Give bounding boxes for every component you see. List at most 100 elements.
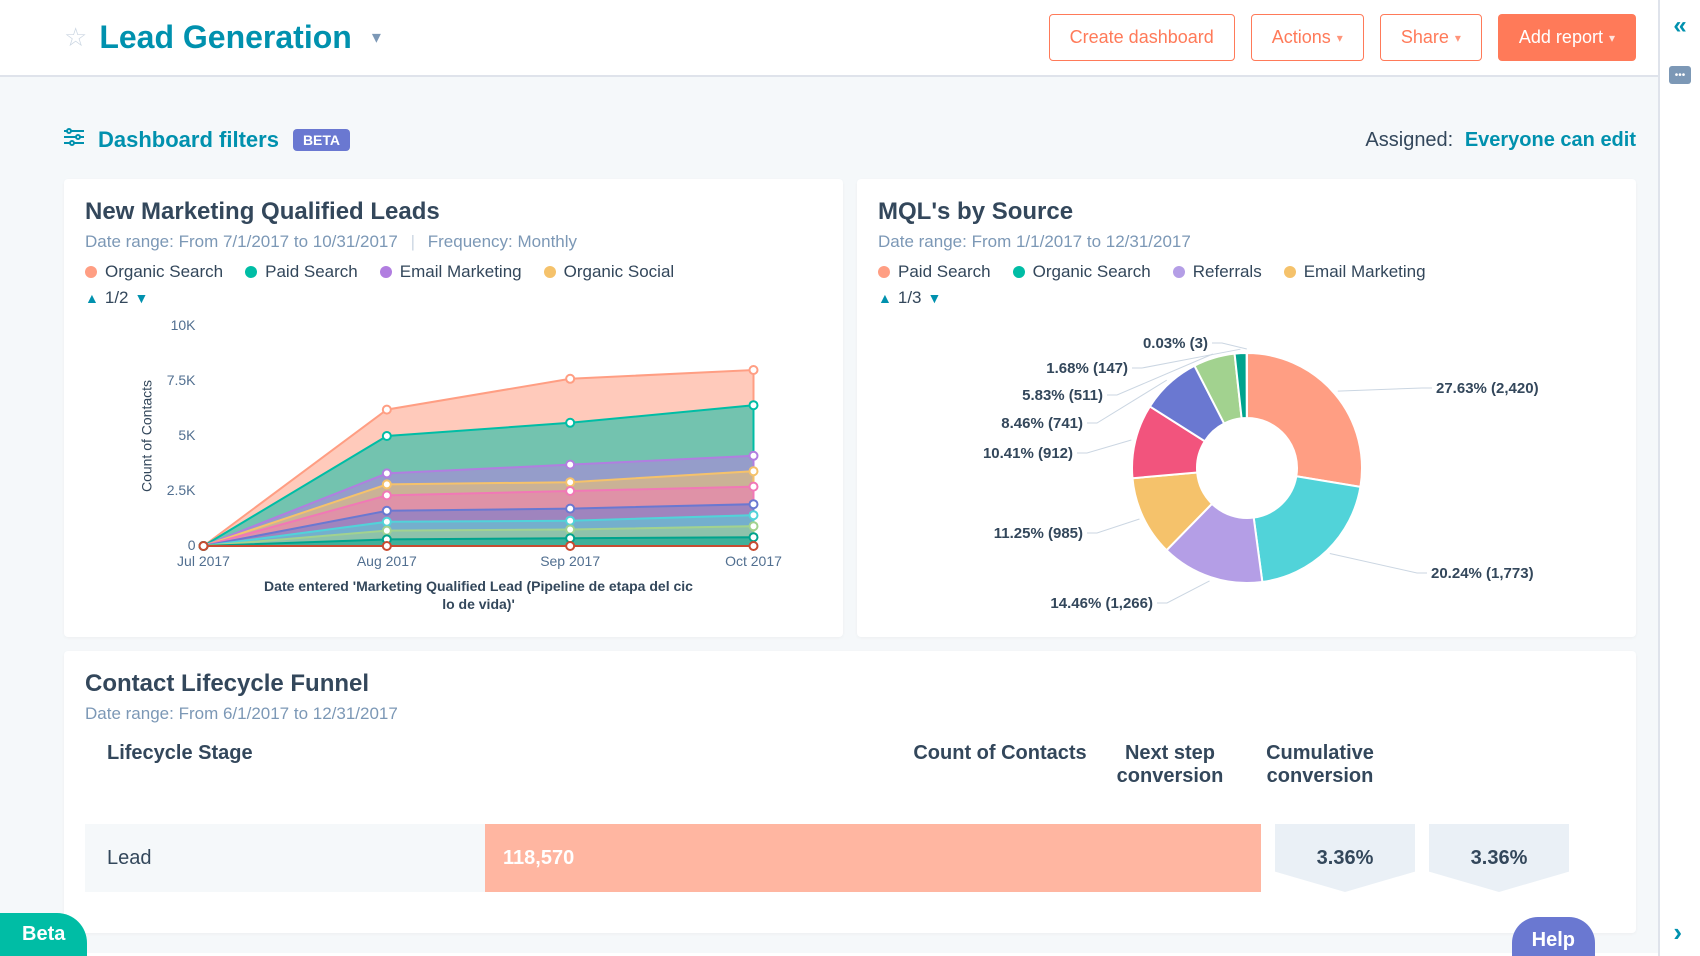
sliders-icon <box>64 128 84 152</box>
card-title: MQL's by Source <box>878 198 1615 226</box>
card-mql-source[interactable]: MQL's by Source Date range: From 1/1/201… <box>857 179 1636 637</box>
legend-item[interactable]: Organic Search <box>85 262 223 282</box>
actions-button[interactable]: Actions▾ <box>1251 14 1364 61</box>
legend-item[interactable]: Referrals <box>1173 262 1262 282</box>
area-chart: 10K7.5K5K2.5K0Jul 2017Aug 2017Sep 2017Oc… <box>85 316 822 616</box>
next-conv-value: 3.36% <box>1275 824 1415 892</box>
svg-text:Date entered 'Marketing Qualif: Date entered 'Marketing Qualified Lead (… <box>264 578 693 594</box>
legend-dot <box>544 266 556 278</box>
col-next-conv: Next step conversion <box>1095 742 1245 788</box>
pager-prev-icon[interactable]: ▲ <box>85 290 99 306</box>
next-arrow-icon[interactable]: › <box>1673 917 1682 948</box>
svg-text:8.46% (741): 8.46% (741) <box>1001 415 1083 432</box>
date-range-label: Date range: <box>85 232 174 251</box>
svg-text:0: 0 <box>188 537 196 553</box>
svg-text:Count of Contacts: Count of Contacts <box>139 380 155 492</box>
frequency-label: Frequency: <box>428 232 513 251</box>
cumu-conv-value: 3.36% <box>1429 824 1569 892</box>
dashboard-filters-button[interactable]: Dashboard filters BETA <box>64 127 350 153</box>
date-range-value: From 7/1/2017 to 10/31/2017 <box>179 232 398 251</box>
svg-text:lo de vida)': lo de vida)' <box>442 596 515 612</box>
help-tab[interactable]: Help <box>1512 917 1595 956</box>
legend-item[interactable]: Paid Search <box>245 262 358 282</box>
dashboard-title[interactable]: Lead Generation <box>99 19 352 56</box>
beta-tab[interactable]: Beta <box>0 913 87 956</box>
card-title: Contact Lifecycle Funnel <box>85 670 1615 698</box>
legend-label: Paid Search <box>265 262 358 282</box>
svg-text:27.63% (2,420): 27.63% (2,420) <box>1436 380 1539 397</box>
col-cumu-conv: Cumulative conversion <box>1245 742 1395 788</box>
legend-label: Email Marketing <box>400 262 522 282</box>
svg-text:10K: 10K <box>171 317 197 333</box>
share-button[interactable]: Share ▾ <box>1380 14 1482 61</box>
svg-text:1.68% (147): 1.68% (147) <box>1046 360 1128 377</box>
legend-dot <box>878 266 890 278</box>
chat-icon[interactable]: ••• <box>1669 66 1691 84</box>
legend-item[interactable]: Organic Search <box>1013 262 1151 282</box>
legend-dot <box>245 266 257 278</box>
svg-text:14.46% (1,266): 14.46% (1,266) <box>1050 595 1153 612</box>
assigned-link[interactable]: Everyone can edit <box>1465 129 1636 151</box>
title-dropdown-icon[interactable]: ▾ <box>372 27 381 48</box>
legend: Organic Search Paid Search Email Marketing… <box>85 262 822 282</box>
right-rail: « ••• <box>1658 0 1700 956</box>
collapse-rail-icon[interactable]: « <box>1673 12 1686 40</box>
beta-badge: BETA <box>293 129 350 151</box>
header-bar: ☆ Lead Generation ▾ Create dashboard Act… <box>0 0 1700 77</box>
assigned-block: Assigned: Everyone can edit <box>1365 129 1636 152</box>
col-lifecycle-stage: Lifecycle Stage <box>85 742 905 788</box>
legend-dot <box>380 266 392 278</box>
share-label: Share <box>1401 27 1449 48</box>
donut-chart: 27.63% (2,420) 20.24% (1,773) 14.46% (1,26… <box>878 308 1615 618</box>
create-dashboard-label: Create dashboard <box>1070 27 1214 48</box>
date-range-value: From 1/1/2017 to 12/31/2017 <box>972 232 1191 251</box>
legend-pager: ▲ 1/3 ▼ <box>878 288 1615 308</box>
svg-text:11.25% (985): 11.25% (985) <box>993 525 1082 542</box>
card-subtitle: Date range: From 1/1/2017 to 12/31/2017 <box>878 232 1615 252</box>
svg-text:Jul 2017: Jul 2017 <box>177 553 230 569</box>
svg-text:20.24% (1,773): 20.24% (1,773) <box>1431 565 1534 582</box>
date-range-label: Date range: <box>85 704 174 723</box>
legend-item[interactable]: Organic Social <box>544 262 675 282</box>
date-range-value: From 6/1/2017 to 12/31/2017 <box>179 704 398 723</box>
card-funnel[interactable]: Contact Lifecycle Funnel Date range: Fro… <box>64 651 1636 933</box>
funnel-row: Lead118,5703.36%3.36% <box>85 824 1615 892</box>
favorite-star-icon[interactable]: ☆ <box>64 22 87 53</box>
add-report-button[interactable]: Add report▾ <box>1498 14 1636 61</box>
legend-item[interactable]: Paid Search <box>878 262 991 282</box>
svg-text:7.5K: 7.5K <box>167 372 196 388</box>
legend-dot <box>1013 266 1025 278</box>
funnel-bar: 118,570 <box>485 824 1261 892</box>
pager-text: 1/2 <box>105 288 129 308</box>
legend-label: Organic Search <box>105 262 223 282</box>
svg-text:2.5K: 2.5K <box>167 482 196 498</box>
legend-dot <box>85 266 97 278</box>
legend-item[interactable]: Email Marketing <box>1284 262 1426 282</box>
legend-label: Organic Social <box>564 262 675 282</box>
pager-next-icon[interactable]: ▼ <box>135 290 149 306</box>
subheader: Dashboard filters BETA Assigned: Everyon… <box>0 77 1700 179</box>
funnel-header-row: Lifecycle Stage Count of Contacts Next s… <box>85 742 1615 788</box>
legend-item[interactable]: Email Marketing <box>380 262 522 282</box>
col-count: Count of Contacts <box>905 742 1095 788</box>
card-mql-leads[interactable]: New Marketing Qualified Leads Date range… <box>64 179 843 637</box>
caret-down-icon: ▾ <box>1337 31 1343 45</box>
svg-text:10.41% (912): 10.41% (912) <box>982 445 1072 462</box>
caret-down-icon: ▾ <box>1609 31 1615 45</box>
legend: Paid Search Organic Search Referrals Email … <box>878 262 1615 282</box>
dashboard-filters-label: Dashboard filters <box>98 127 279 153</box>
svg-text:5K: 5K <box>178 427 196 443</box>
pager-prev-icon[interactable]: ▲ <box>878 290 892 306</box>
card-subtitle: Date range: From 7/1/2017 to 10/31/2017 … <box>85 232 822 252</box>
svg-text:Sep 2017: Sep 2017 <box>540 553 600 569</box>
legend-label: Email Marketing <box>1304 262 1426 282</box>
pager-text: 1/3 <box>898 288 922 308</box>
pager-next-icon[interactable]: ▼ <box>928 290 942 306</box>
caret-down-icon: ▾ <box>1455 31 1461 45</box>
dashboard-grid: New Marketing Qualified Leads Date range… <box>0 179 1700 953</box>
svg-text:0.03% (3): 0.03% (3) <box>1142 335 1207 352</box>
legend-label: Organic Search <box>1033 262 1151 282</box>
create-dashboard-button[interactable]: Create dashboard <box>1049 14 1235 61</box>
svg-text:Oct 2017: Oct 2017 <box>725 553 782 569</box>
frequency-value: Monthly <box>518 232 578 251</box>
